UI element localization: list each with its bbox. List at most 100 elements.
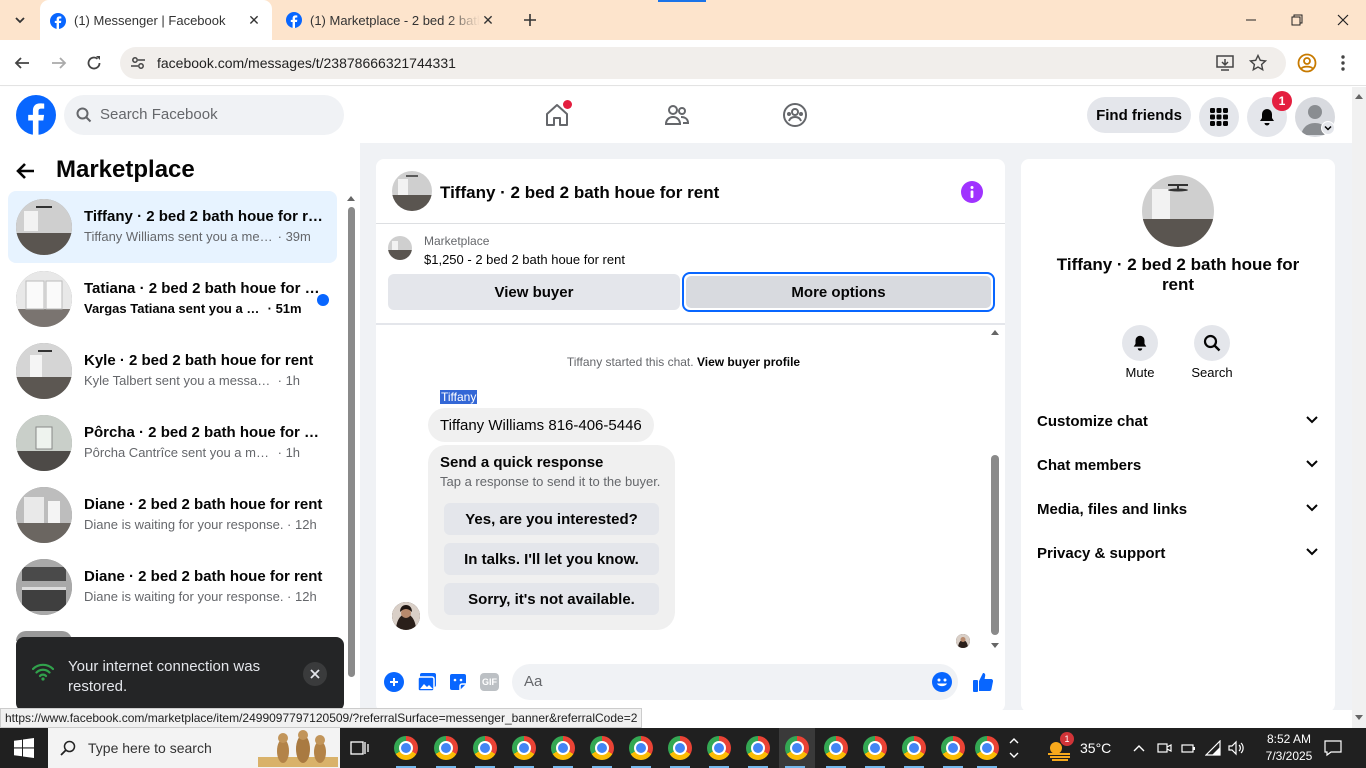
- nav-groups[interactable]: [778, 97, 812, 133]
- chat-scrollbar[interactable]: [989, 325, 1001, 655]
- quick-response-in-talks[interactable]: In talks. I'll let you know.: [444, 543, 659, 575]
- scroll-down-arrow-icon[interactable]: [989, 641, 1001, 651]
- section-chat-members[interactable]: Chat members: [1037, 447, 1319, 483]
- scroll-up-arrow-icon[interactable]: [1352, 91, 1366, 101]
- conversation-item[interactable]: Pôrcha · 2 bed 2 bath houe for rent Pôrc…: [8, 407, 337, 479]
- scroll-up-arrow-icon[interactable]: [989, 327, 1001, 337]
- toast-close-button[interactable]: [303, 662, 327, 686]
- start-button[interactable]: [10, 734, 38, 762]
- taskbar-chrome-window[interactable]: [779, 728, 815, 768]
- forward-button[interactable]: [44, 48, 74, 78]
- more-options-button[interactable]: More options: [686, 276, 991, 308]
- attach-photo-icon[interactable]: [417, 672, 437, 692]
- taskbar-overflow[interactable]: [1002, 734, 1026, 762]
- conversation-scrollbar[interactable]: [345, 193, 357, 710]
- taskbar-chrome-window[interactable]: [900, 734, 928, 768]
- back-arrow-button[interactable]: [16, 157, 48, 185]
- install-app-icon[interactable]: [1216, 54, 1234, 72]
- weather-widget-icon[interactable]: 1: [1046, 732, 1074, 762]
- scroll-down-arrow-icon[interactable]: [1352, 713, 1366, 723]
- facebook-search-input[interactable]: Search Facebook: [64, 95, 344, 135]
- restore-button[interactable]: [1274, 0, 1320, 40]
- message-input[interactable]: Aa: [512, 664, 958, 700]
- bookmark-star-icon[interactable]: [1249, 54, 1267, 72]
- taskbar-chrome-window[interactable]: [627, 734, 655, 768]
- sticker-icon[interactable]: [448, 672, 468, 692]
- taskbar-chrome-window[interactable]: [392, 734, 420, 768]
- thumbs-up-icon[interactable]: [972, 671, 994, 693]
- taskbar-chrome-window[interactable]: [510, 734, 538, 768]
- taskbar-chrome-window[interactable]: [973, 734, 1001, 768]
- chrome-menu-button[interactable]: [1328, 48, 1358, 78]
- minimize-button[interactable]: [1228, 0, 1274, 40]
- buyer-avatar[interactable]: [392, 602, 420, 630]
- taskbar-chrome-window[interactable]: [588, 734, 616, 768]
- site-settings-icon[interactable]: [130, 55, 146, 71]
- chevron-up-icon[interactable]: [1132, 741, 1146, 755]
- search-conversation-button[interactable]: [1194, 325, 1230, 361]
- scrollbar-thumb[interactable]: [991, 455, 999, 635]
- omnibox[interactable]: facebook.com/messages/t/2387866632174433…: [120, 47, 1286, 79]
- notifications-button[interactable]: 1: [1247, 91, 1292, 137]
- conversation-item[interactable]: Tatiana · 2 bed 2 bath houe for rent Var…: [8, 263, 337, 335]
- chat-listing-avatar[interactable]: [392, 171, 432, 211]
- taskbar-chrome-window[interactable]: [432, 734, 460, 768]
- close-tab-icon[interactable]: ✕: [480, 12, 496, 28]
- network-wifi-icon[interactable]: [1205, 740, 1221, 756]
- taskbar-chrome-window[interactable]: [666, 734, 694, 768]
- notification-center-icon[interactable]: [1324, 739, 1342, 757]
- conversation-item[interactable]: Diane · 2 bed 2 bath houe for rent Diane…: [8, 551, 337, 623]
- profile-button[interactable]: [1292, 48, 1322, 78]
- volume-icon[interactable]: [1228, 740, 1246, 756]
- battery-plug-icon[interactable]: [1180, 740, 1196, 756]
- view-buyer-button[interactable]: View buyer: [388, 274, 680, 310]
- tab-marketplace[interactable]: (1) Marketplace - 2 bed 2 bath house ✕: [276, 0, 506, 40]
- close-tab-icon[interactable]: ✕: [246, 12, 262, 29]
- section-privacy-support[interactable]: Privacy & support: [1037, 535, 1319, 571]
- section-customize-chat[interactable]: Customize chat: [1037, 403, 1319, 439]
- reload-button[interactable]: [79, 48, 109, 78]
- taskbar-chrome-window[interactable]: [549, 734, 577, 768]
- taskbar-chrome-window[interactable]: [744, 734, 772, 768]
- tab-search-button[interactable]: [6, 6, 34, 34]
- taskbar-chrome-window[interactable]: [471, 734, 499, 768]
- url-text[interactable]: facebook.com/messages/t/2387866632174433…: [157, 55, 456, 71]
- meet-now-icon[interactable]: [1156, 740, 1172, 756]
- taskbar-chrome-window[interactable]: [822, 734, 850, 768]
- section-media-files-links[interactable]: Media, files and links: [1037, 491, 1319, 527]
- taskbar-chrome-window[interactable]: [861, 734, 889, 768]
- conversation-item[interactable]: Tiffany · 2 bed 2 bath houe for rent Tif…: [8, 191, 337, 263]
- page-scrollbar[interactable]: [1352, 87, 1366, 728]
- weather-temp[interactable]: 35°C: [1080, 740, 1111, 756]
- task-view-button[interactable]: [346, 734, 374, 762]
- facebook-logo[interactable]: [16, 95, 56, 135]
- find-friends-button[interactable]: Find friends: [1087, 97, 1191, 133]
- message-bubble[interactable]: Tiffany Williams 816-406-5446: [428, 408, 654, 442]
- new-tab-button[interactable]: [516, 6, 544, 34]
- conversation-item[interactable]: Kyle · 2 bed 2 bath houe for rent Kyle T…: [8, 335, 337, 407]
- account-chevron[interactable]: [1321, 121, 1335, 135]
- gif-icon[interactable]: GIF: [480, 673, 499, 691]
- taskbar-chrome-window[interactable]: [705, 734, 733, 768]
- taskbar-search-box[interactable]: Type here to search: [48, 728, 340, 768]
- back-button[interactable]: [7, 48, 37, 78]
- chat-title[interactable]: Tiffany · 2 bed 2 bath houe for rent: [440, 183, 719, 203]
- more-actions-button[interactable]: [384, 672, 404, 692]
- scrollbar-thumb[interactable]: [348, 207, 355, 677]
- quick-response-yes[interactable]: Yes, are you interested?: [444, 503, 659, 535]
- menu-button[interactable]: [1199, 97, 1239, 137]
- taskbar-chrome-window[interactable]: [939, 734, 967, 768]
- quick-response-not-available[interactable]: Sorry, it's not available.: [444, 583, 659, 615]
- view-buyer-profile-link[interactable]: View buyer profile: [697, 355, 800, 369]
- tab-messenger[interactable]: (1) Messenger | Facebook ✕: [40, 0, 272, 41]
- scroll-up-arrow-icon[interactable]: [345, 193, 357, 203]
- info-listing-avatar[interactable]: [1142, 175, 1214, 247]
- listing-price-title[interactable]: $1,250 - 2 bed 2 bath houe for rent: [424, 252, 625, 267]
- emoji-icon[interactable]: [932, 672, 952, 692]
- conversation-info-button[interactable]: [961, 181, 983, 203]
- taskbar-date[interactable]: 7/3/2025: [1258, 749, 1320, 763]
- mute-button[interactable]: [1122, 325, 1158, 361]
- nav-friends[interactable]: [660, 97, 694, 133]
- conversation-item[interactable]: Diane · 2 bed 2 bath houe for rent Diane…: [8, 479, 337, 551]
- taskbar-time[interactable]: 8:52 AM: [1258, 732, 1320, 746]
